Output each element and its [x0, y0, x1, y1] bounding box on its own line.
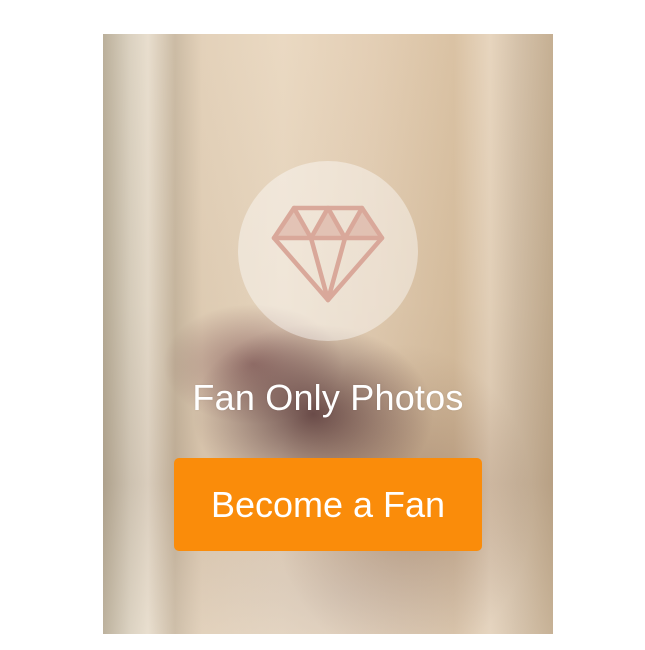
- diamond-icon: [271, 205, 385, 303]
- fan-only-caption: Fan Only Photos: [192, 377, 464, 418]
- become-a-fan-button[interactable]: Become a Fan: [174, 458, 482, 551]
- diamond-badge: [238, 161, 418, 341]
- locked-photo-card: Fan Only Photos Become a Fan: [103, 34, 553, 634]
